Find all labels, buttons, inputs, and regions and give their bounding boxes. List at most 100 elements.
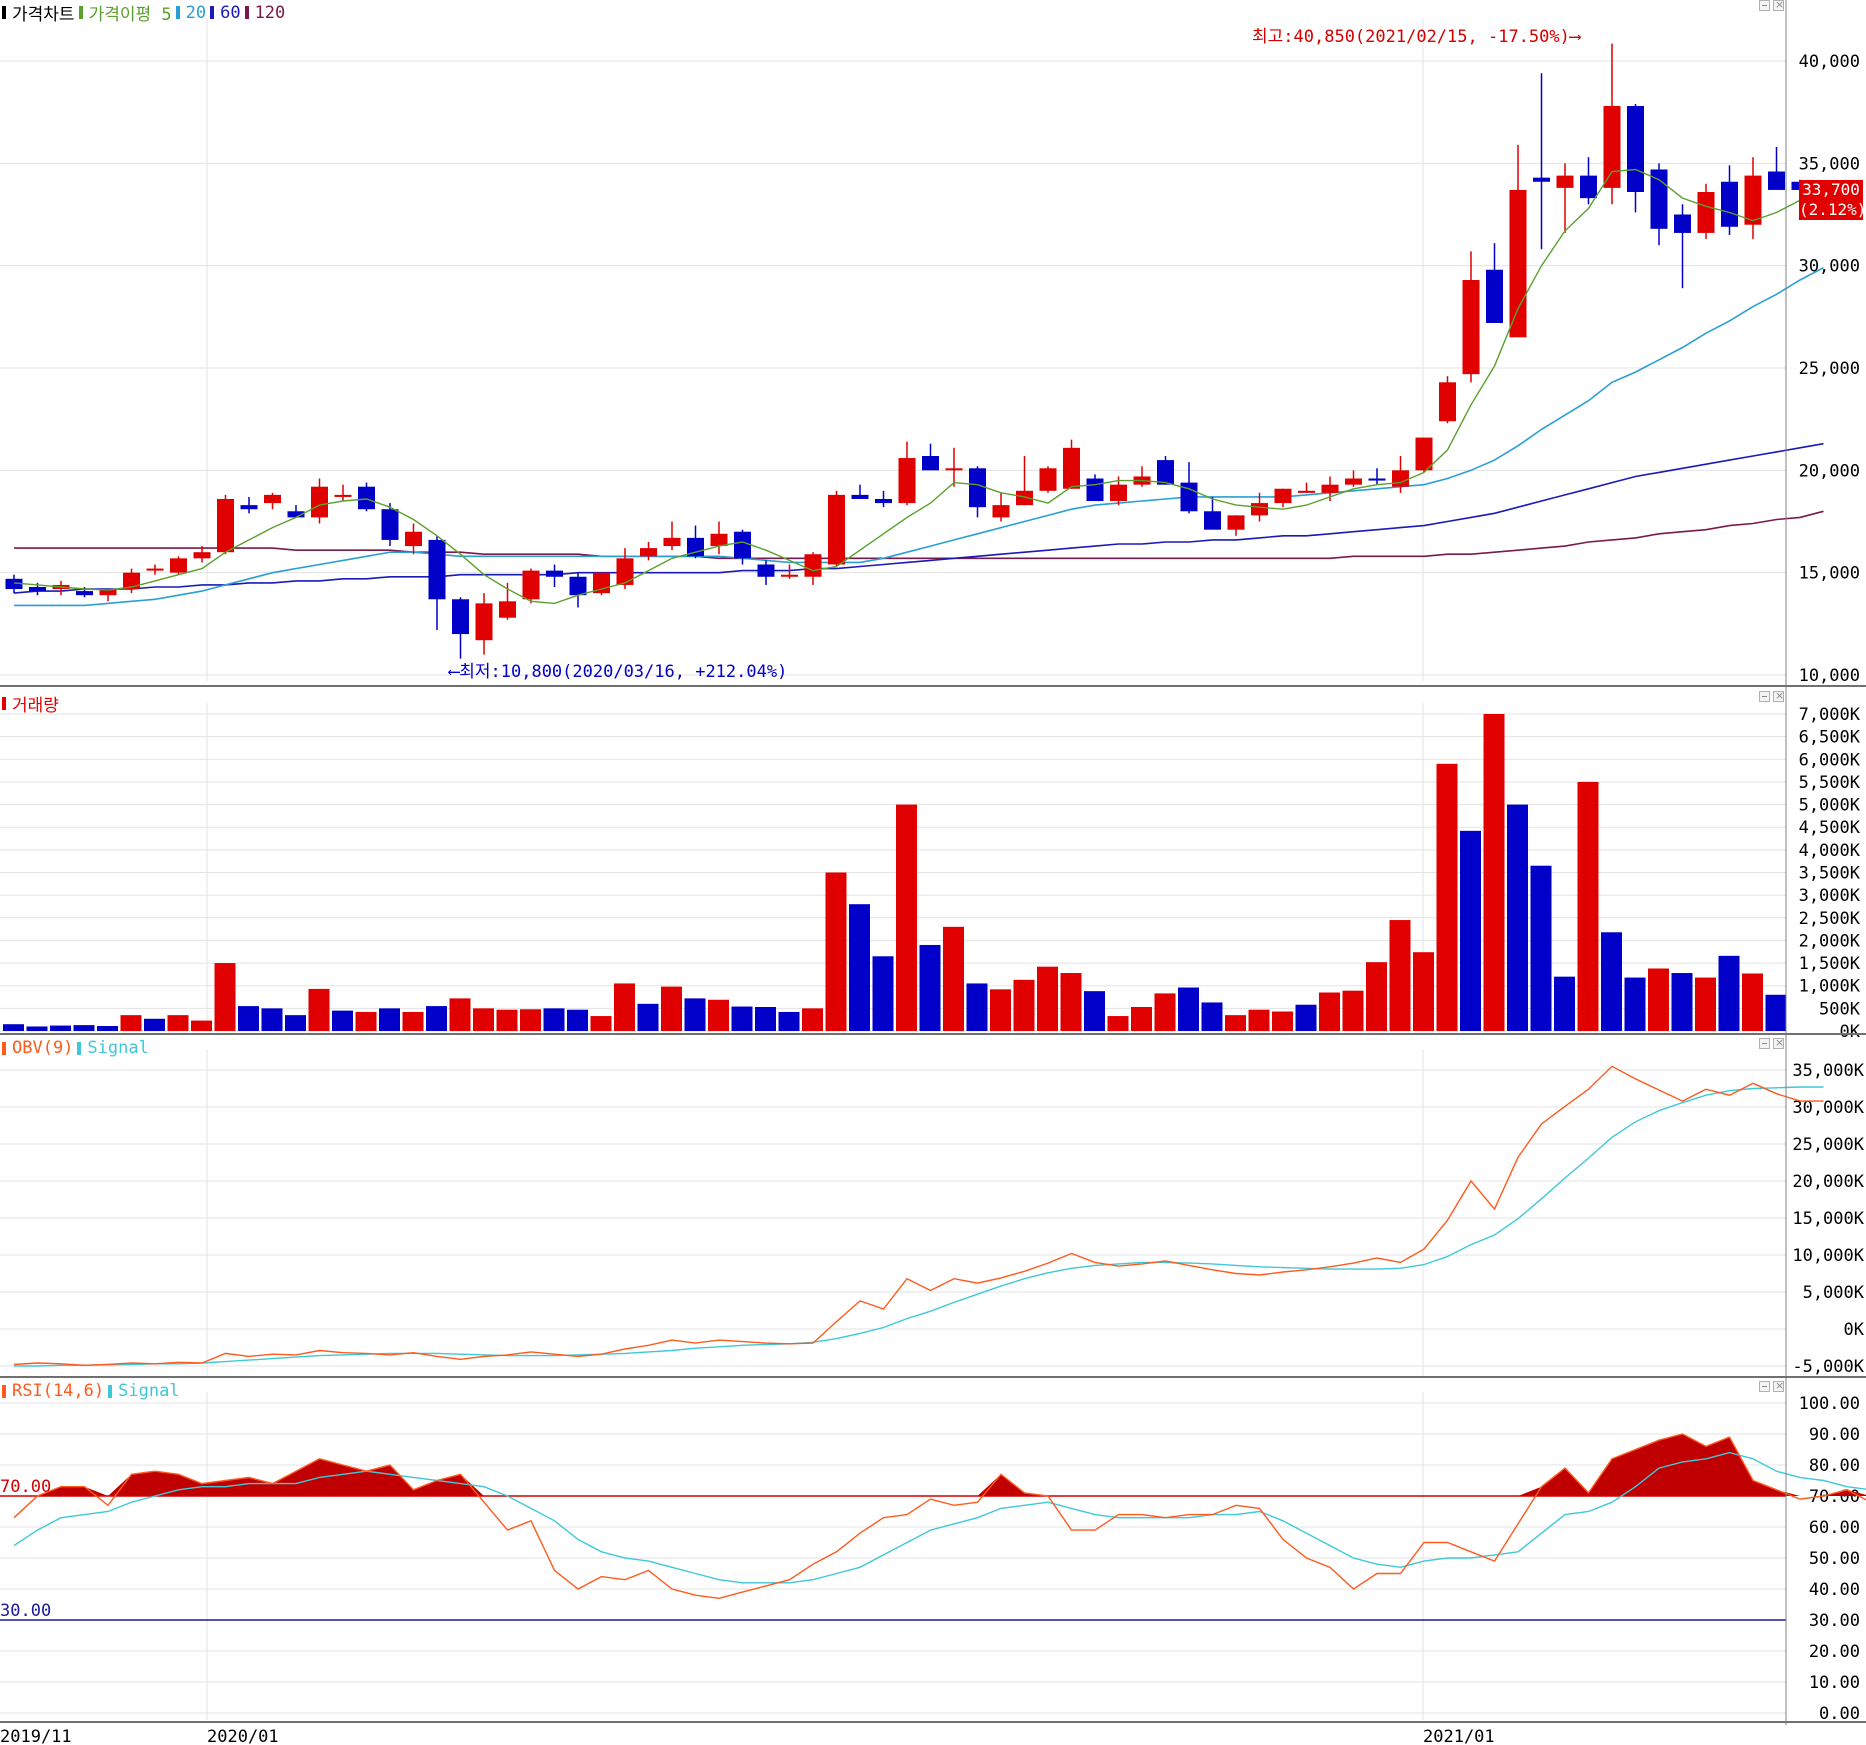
rsi-panel: 0.0010.0020.0030.0040.0050.0060.0070.008… — [0, 1392, 1866, 1724]
ma60-legend-marker — [210, 6, 215, 19]
volume-bar — [637, 1003, 659, 1031]
obv-legend-label[interactable]: OBV(9) — [12, 1038, 73, 1058]
y-tick-label: 20,000K — [1792, 1172, 1864, 1192]
candle-body — [452, 599, 469, 635]
y-tick-label: 40.00 — [1809, 1580, 1860, 1600]
y-tick-label: 6,000K — [1799, 750, 1861, 770]
volume-panel-minimize-button[interactable] — [1759, 691, 1770, 702]
volume-bar — [896, 804, 917, 1031]
candle-body — [1697, 191, 1715, 233]
candle-body — [710, 533, 728, 547]
rsi-signal-legend-label[interactable]: Signal — [118, 1381, 179, 1401]
y-tick-label: 80.00 — [1809, 1456, 1860, 1476]
volume-bar — [1671, 973, 1693, 1031]
obv-panel: -5,000K 0K 5,000K 10,000K 15,000K 20,000K 25,0… — [0, 1050, 1865, 1377]
candle-body — [1580, 175, 1597, 199]
y-tick-label: 10.00 — [1809, 1673, 1860, 1693]
candle-body — [170, 558, 187, 573]
rsi-panel-close-button[interactable] — [1773, 1379, 1784, 1392]
candle-body — [1462, 279, 1480, 375]
volume-bar — [1272, 1011, 1293, 1031]
rsi-reference-label: 30.00 — [0, 1601, 51, 1621]
volume-bar — [778, 1011, 800, 1031]
y-tick-label: 15,000 — [1799, 564, 1860, 584]
candle-body — [405, 531, 422, 547]
volume-bar — [1460, 830, 1481, 1031]
candle-body — [311, 486, 328, 518]
volume-legend-label[interactable]: 거래량 — [12, 691, 59, 716]
volume-bar — [1530, 865, 1552, 1031]
candle-body — [1509, 189, 1527, 338]
volume-bar — [379, 1008, 400, 1031]
y-tick-label: 10,000K — [1792, 1246, 1864, 1266]
volume-bar — [73, 1025, 95, 1031]
volume-bar — [849, 904, 870, 1031]
volume-bar — [1342, 990, 1364, 1031]
obv-panel-minimize-button[interactable] — [1759, 1038, 1770, 1049]
ma120-line — [14, 510, 1824, 560]
volume-bar — [402, 1011, 424, 1031]
ma120-legend-label[interactable]: 120 — [255, 3, 286, 23]
rsi-signal-line — [13, 1451, 1866, 1584]
y-tick-label: 30.00 — [1809, 1611, 1860, 1631]
price-panel-minimize-button[interactable] — [1759, 0, 1770, 11]
candle-body — [1415, 437, 1433, 471]
y-tick-label: 35,000K — [1792, 1061, 1864, 1081]
x-tick-label: 2019/11 — [0, 1727, 72, 1745]
obv-signal-legend-label[interactable]: Signal — [87, 1038, 148, 1058]
candle-body — [851, 494, 869, 499]
volume-bar — [1295, 1004, 1317, 1031]
candle-body — [1486, 269, 1503, 323]
volume-bar — [120, 1015, 142, 1031]
y-tick-label: 25,000 — [1799, 359, 1860, 379]
y-tick-label: 60.00 — [1809, 1518, 1860, 1538]
volume-bar — [1483, 714, 1505, 1031]
candle-body — [781, 574, 798, 577]
price-legend-label[interactable]: 가격차트 — [12, 0, 75, 25]
obv-panel-close-button[interactable] — [1773, 1036, 1784, 1049]
obv-signal-line — [14, 1086, 1824, 1367]
volume-bar — [191, 1020, 212, 1031]
rsi-panel-minimize-button[interactable] — [1759, 1381, 1770, 1392]
volume-bar — [1648, 968, 1669, 1031]
candle-body — [969, 468, 986, 508]
volume-bar — [1436, 763, 1458, 1031]
last-price-change-badge: (2.12%) — [1799, 200, 1866, 220]
price-panel-close-button[interactable] — [1773, 0, 1784, 11]
ma20-legend-label[interactable]: 20 — [186, 3, 206, 23]
rsi-legend: RSI(14,6) Signal — [2, 1381, 180, 1401]
rsi-line — [13, 1433, 1866, 1600]
volume-bar — [1413, 952, 1434, 1031]
volume-bar — [1507, 804, 1528, 1031]
ma60-legend-label[interactable]: 60 — [220, 3, 240, 23]
y-tick-label: 1,000K — [1799, 977, 1861, 997]
y-tick-label: 20.00 — [1809, 1642, 1860, 1662]
candle-body — [1368, 478, 1386, 481]
volume-bar — [50, 1025, 71, 1031]
volume-bar — [1248, 1009, 1270, 1031]
obv-legend-marker — [2, 1041, 6, 1055]
ma5-legend-label[interactable]: 가격이평 5 — [89, 0, 172, 25]
candle-body — [828, 494, 845, 565]
y-tick-label: 5,500K — [1799, 773, 1861, 793]
candle-body — [1157, 460, 1174, 485]
volume-bar — [214, 963, 236, 1031]
volume-legend: 거래량 — [2, 691, 59, 716]
volume-bar — [496, 1009, 518, 1031]
ma20-legend-marker — [175, 6, 180, 19]
candle-body — [875, 498, 892, 504]
volume-panel-close-button[interactable] — [1773, 689, 1784, 702]
candle-body — [1556, 175, 1574, 188]
rsi-legend-label[interactable]: RSI(14,6) — [12, 1381, 104, 1401]
volume-bar — [567, 1009, 588, 1031]
y-tick-label: 35,000 — [1799, 154, 1860, 174]
y-tick-label: 100.00 — [1799, 1394, 1860, 1414]
candle-body — [1345, 478, 1362, 485]
volume-bar — [449, 998, 471, 1031]
volume-legend-marker — [2, 697, 6, 710]
volume-bar — [355, 1011, 377, 1031]
volume-bar — [285, 1015, 306, 1031]
price-legend-marker — [2, 6, 6, 19]
volume-panel: 0K 500K1,000K 1,500K 2,000K2,500K 3,000K3,50… — [0, 703, 1861, 1042]
candle-body — [640, 548, 657, 557]
